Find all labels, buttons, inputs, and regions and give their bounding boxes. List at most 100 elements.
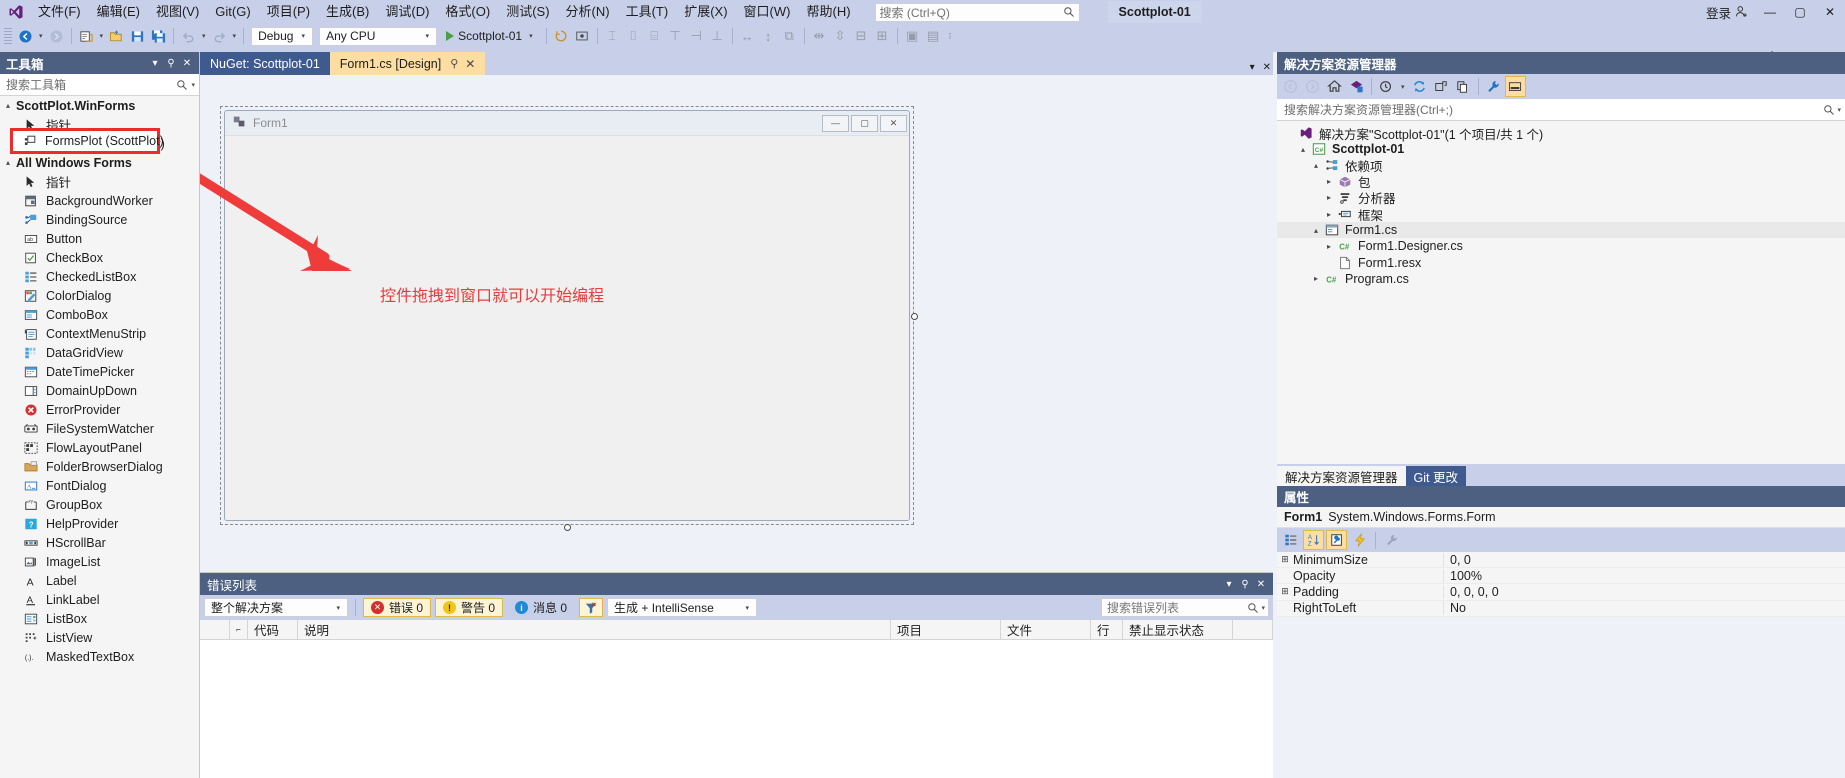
toolbox-group-1[interactable]: ▴ All Windows Forms [0, 153, 199, 172]
tab-nuget[interactable]: NuGet: Scottplot-01 [200, 52, 330, 75]
align-lefts-icon[interactable]: ⌶ [602, 26, 623, 47]
property-row-righttoleft[interactable]: RightToLeft No [1277, 601, 1845, 617]
collapse-twisty-icon[interactable]: ▴ [1296, 145, 1310, 154]
make-same-height-icon[interactable]: ↕ [758, 26, 779, 47]
expand-twisty-icon[interactable]: ▴ [6, 158, 10, 167]
menu-item-10[interactable]: 工具(T) [618, 1, 677, 23]
error-col-description[interactable]: 说明 [298, 619, 891, 640]
toolbox-item-domainupdown[interactable]: DomainUpDown [0, 381, 199, 400]
toolbox-item-combobox[interactable]: ComboBox [0, 305, 199, 324]
collapse-twisty-icon[interactable]: ▴ [1309, 226, 1323, 235]
solution-tree-item-3[interactable]: ▸ 包 [1277, 174, 1845, 190]
menu-item-7[interactable]: 格式(O) [437, 1, 498, 23]
undo-dropdown-icon[interactable]: ▾ [199, 32, 209, 40]
expand-twisty-icon[interactable]: ▸ [1322, 210, 1336, 219]
form-minimize-button[interactable]: — [822, 114, 849, 132]
error-col-code[interactable]: 代码 [248, 619, 298, 640]
chevron-down-icon[interactable]: ▾ [147, 54, 163, 72]
align-centers-icon[interactable]: ⌷ [623, 26, 644, 47]
toolbox-item-hscrollbar[interactable]: HScrollBar [0, 533, 199, 552]
toolbox-group-0[interactable]: ▴ ScottPlot.WinForms [0, 96, 199, 115]
menu-item-0[interactable]: 文件(F) [30, 1, 89, 23]
expand-twisty-icon[interactable]: ▸ [1322, 242, 1336, 251]
toolbox-search-input[interactable]: 搜索工具箱 [6, 76, 176, 93]
property-row-minimumsize[interactable]: ⊞ MinimumSize 0, 0 [1277, 552, 1845, 569]
open-file-icon[interactable] [106, 26, 127, 47]
start-debugging-button[interactable]: Scottplot-01 ▾ [440, 26, 542, 47]
navigate-forward-icon[interactable] [46, 26, 67, 47]
error-col-suppression[interactable]: 禁止显示状态 [1123, 619, 1233, 640]
refresh-icon[interactable] [1409, 76, 1430, 97]
properties-object-row[interactable]: Form1 System.Windows.Forms.Form [1277, 507, 1845, 528]
alphabetical-icon[interactable]: AZ [1303, 530, 1324, 550]
error-col-icon[interactable] [200, 619, 230, 640]
solution-tree-item-8[interactable]: Form1.resx [1277, 255, 1845, 271]
formsplot-highlight-box[interactable]: FormsPlot (ScottPlot) [10, 128, 164, 154]
navigate-back-dropdown-icon[interactable]: ▾ [36, 32, 46, 40]
global-search-box[interactable]: 搜索 (Ctrl+Q) [874, 2, 1080, 22]
events-icon[interactable] [1349, 530, 1370, 550]
toolbox-item-label[interactable]: A Label [0, 571, 199, 590]
toolbox-item-helpprovider[interactable]: ? HelpProvider [0, 514, 199, 533]
collapse-all-icon[interactable] [1431, 76, 1452, 97]
hot-reload-icon[interactable] [551, 26, 572, 47]
menu-item-5[interactable]: 生成(B) [318, 1, 377, 23]
chevron-down-icon[interactable]: ▾ [1259, 604, 1265, 612]
property-value[interactable]: 0, 0, 0, 0 [1443, 584, 1845, 599]
toolbox-item-backgroundworker[interactable]: BackgroundWorker [0, 191, 199, 210]
toolbox-item-maskedtextbox[interactable]: (.). MaskedTextBox [0, 647, 199, 666]
vertical-spacing-icon[interactable]: ⇳ [830, 26, 851, 47]
close-icon[interactable]: ✕ [179, 54, 195, 72]
solution-tree-item-6[interactable]: ▴ Form1.cs [1277, 222, 1845, 239]
menu-item-11[interactable]: 扩展(X) [676, 1, 735, 23]
warnings-filter-button[interactable]: ! 警告 0 [435, 598, 504, 617]
toolbox-item-listview[interactable]: ListView [0, 628, 199, 647]
solution-explorer-tree[interactable]: 解决方案"Scottplot-01"(1 个项目/共 1 个) ▴ C# Scottp… [1277, 121, 1845, 464]
back-icon[interactable] [1280, 76, 1301, 97]
home-icon[interactable] [1324, 76, 1345, 97]
navigate-back-icon[interactable] [15, 26, 36, 47]
center-horizontally-icon[interactable]: ⊟ [851, 26, 872, 47]
save-all-icon[interactable] [148, 26, 169, 47]
expand-property-icon[interactable]: ⊞ [1277, 554, 1293, 565]
chevron-down-icon[interactable]: ▾ [1398, 83, 1408, 91]
pending-changes-icon[interactable] [1376, 76, 1397, 97]
toolbox-item-datetimepicker[interactable]: DateTimePicker [0, 362, 199, 381]
active-project-tab[interactable]: Scottplot-01 [1107, 1, 1202, 23]
error-scope-combo[interactable]: 整个解决方案 ▾ [204, 598, 348, 617]
close-icon[interactable]: ✕ [465, 57, 475, 71]
designer-surface[interactable]: Form1 — ▢ ✕ 控件拖拽到窗口就可以开始编程 [200, 75, 1273, 572]
toolbox-item-checkbox[interactable]: CheckBox [0, 248, 199, 267]
categorized-icon[interactable] [1280, 530, 1301, 550]
property-value[interactable]: No [1443, 601, 1845, 616]
form-maximize-button[interactable]: ▢ [851, 114, 878, 132]
align-tops-icon[interactable]: ⊤ [665, 26, 686, 47]
error-filter-toggle[interactable] [579, 598, 604, 617]
property-pages-icon[interactable] [1381, 530, 1402, 550]
error-list-rows[interactable] [200, 640, 1273, 778]
expand-twisty-icon[interactable]: ▸ [1322, 193, 1336, 202]
toolbox-item-list[interactable]: ▴ ScottPlot.WinForms 指针 FormsPlot (ScottPlo… [0, 96, 199, 778]
pin-icon[interactable]: ⚲ [163, 54, 179, 72]
property-row-opacity[interactable]: Opacity 100% [1277, 568, 1845, 585]
toolbar-grip[interactable] [4, 28, 12, 44]
window-close-button[interactable]: ✕ [1815, 0, 1845, 24]
menu-item-3[interactable]: Git(G) [207, 1, 258, 23]
error-col-file[interactable]: 文件 [1001, 619, 1091, 640]
solution-tree-item-4[interactable]: ▸ 分析器 [1277, 190, 1845, 206]
toolbox-item-groupbox[interactable]: xy GroupBox [0, 495, 199, 514]
expand-twisty-icon[interactable]: ▸ [1309, 274, 1323, 283]
errors-filter-button[interactable]: ✕ 错误 0 [363, 598, 432, 617]
preview-icon[interactable] [572, 26, 593, 47]
toolbox-item-colordialog[interactable]: ColorDialog [0, 286, 199, 305]
show-all-files-icon[interactable] [1453, 76, 1474, 97]
form1-window[interactable]: Form1 — ▢ ✕ [224, 110, 910, 521]
toolbox-item-listbox[interactable]: ListBox [0, 609, 199, 628]
make-same-width-icon[interactable]: ↔ [737, 26, 758, 47]
chevron-down-icon[interactable]: ▾ [1221, 575, 1237, 593]
property-row-padding[interactable]: ⊞ Padding 0, 0, 0, 0 [1277, 584, 1845, 601]
menu-item-2[interactable]: 视图(V) [148, 1, 207, 23]
collapse-twisty-icon[interactable]: ▴ [1309, 161, 1323, 170]
tab-solution-explorer[interactable]: 解决方案资源管理器 [1277, 466, 1406, 486]
menu-item-12[interactable]: 窗口(W) [736, 1, 799, 23]
